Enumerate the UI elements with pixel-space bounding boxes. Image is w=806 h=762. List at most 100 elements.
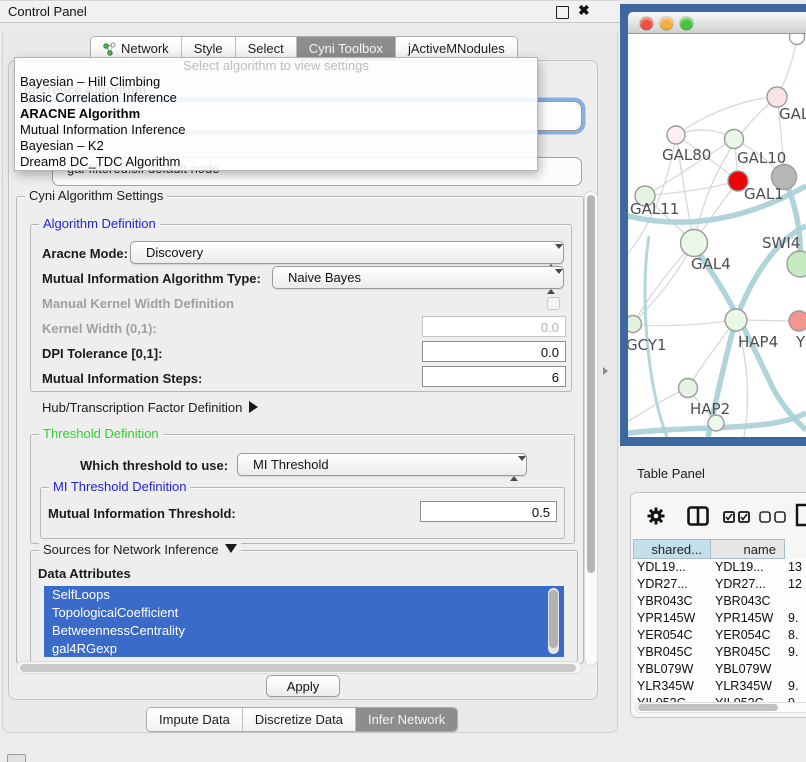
bottom-tab-impute-data[interactable]: Impute Data: [147, 708, 243, 731]
table-panel-card: shared...nameA YDL19...YDL19...13YDR27..…: [630, 492, 806, 718]
table-cell: YBR043C: [633, 593, 711, 610]
node-gal4[interactable]: [681, 230, 708, 257]
mi-steps-label: Mutual Information Steps:: [42, 371, 202, 386]
table-row[interactable]: YBR043CYBR043C: [633, 593, 806, 610]
kernel-width-label: Kernel Width (0,1):: [42, 321, 157, 336]
scrollbar-thumb[interactable]: [587, 195, 595, 573]
gear-icon[interactable]: [647, 507, 665, 530]
manual-kernel-checkbox[interactable]: [547, 297, 560, 310]
algorithm-option-mutual-information-inference[interactable]: Mutual Information Inference: [15, 122, 537, 138]
attribute-item-selfloops[interactable]: SelfLoops: [44, 586, 564, 604]
sources-toggle[interactable]: Sources for Network Inference: [39, 542, 241, 557]
dpi-tolerance-field[interactable]: 0.0: [422, 341, 566, 362]
list-scrollbar[interactable]: [548, 588, 559, 654]
table-cell: YBR045C: [711, 644, 785, 661]
node-hap4[interactable]: [725, 309, 747, 331]
stepper-arrows-icon: [547, 271, 555, 293]
algorithm-option-bayesian-k2[interactable]: Bayesian – K2: [15, 138, 537, 154]
apply-button[interactable]: Apply: [266, 675, 340, 697]
node-table-body: YDL19...YDL19...13YDR27...YDR27...12YBR0…: [633, 559, 806, 702]
hub-definition-toggle[interactable]: Hub/Transcription Factor Definition: [42, 400, 258, 415]
attribute-item-topologicalcoefficient[interactable]: TopologicalCoefficient: [44, 604, 564, 622]
settings-vertical-scrollbar[interactable]: [584, 191, 598, 666]
node-label-gal4: GAL4: [691, 255, 731, 273]
table-row[interactable]: YLR345WYLR345W9.: [633, 678, 806, 695]
network-graph: GALGAL80GAL10GAL1GAL11SWI4GAL4GCY1HAP4YH…: [628, 34, 806, 437]
network-window-titlebar[interactable]: [628, 12, 806, 34]
algorithm-option-basic-correlation-inference[interactable]: Basic Correlation Inference: [15, 90, 537, 106]
bottom-tab-infer-network[interactable]: Infer Network: [356, 708, 457, 731]
stepper-arrows-icon: [510, 458, 518, 480]
scrollbar-thumb[interactable]: [638, 704, 778, 711]
node-gcy1[interactable]: [628, 316, 642, 333]
document-icon[interactable]: [795, 503, 806, 532]
algorithm-option-aracne-algorithm[interactable]: ARACNE Algorithm: [15, 106, 537, 122]
table-cell: YBL079W: [633, 661, 711, 678]
table-cell: YDR27...: [711, 576, 785, 593]
aracne-mode-label: Aracne Mode:: [42, 246, 128, 261]
scrollbar-thumb[interactable]: [549, 590, 558, 648]
node-gal-partial[interactable]: [767, 87, 787, 107]
minimize-traffic-light[interactable]: [660, 17, 673, 30]
algorithm-option-dream8-dc-tdc-algorithm[interactable]: Dream8 DC_TDC Algorithm: [15, 154, 537, 170]
mi-type-select[interactable]: Naive Bayes: [272, 266, 564, 289]
checked-checkboxes-icon[interactable]: [723, 510, 751, 528]
table-cell: 9.: [785, 678, 806, 695]
node-gal80[interactable]: [667, 126, 685, 144]
node-label-gal80: GAL80: [662, 146, 711, 164]
table-row[interactable]: YDR27...YDR27...12: [633, 576, 806, 593]
tab-label: Select: [248, 41, 284, 56]
cyni-bottom-tabs: Impute DataDiscretize DataInfer Network: [146, 707, 458, 732]
close-icon[interactable]: ✖: [578, 2, 590, 19]
table-cell: YBL079W: [711, 661, 785, 678]
node-swi4[interactable]: [787, 251, 806, 277]
column-header-name[interactable]: name: [711, 539, 785, 559]
mi-threshold-label: Mutual Information Threshold:: [48, 506, 236, 521]
node-salmon[interactable]: [789, 311, 806, 331]
unchecked-checkboxes-icon[interactable]: [759, 510, 787, 528]
node-hap2[interactable]: [679, 379, 698, 398]
float-window-icon[interactable]: [556, 6, 569, 19]
mi-threshold-field[interactable]: 0.5: [420, 501, 557, 522]
column-header-shared-[interactable]: shared...: [633, 539, 711, 559]
table-cell: 13: [785, 559, 806, 576]
algorithm-dropdown-popup: Select algorithm to view settings Bayesi…: [14, 57, 538, 171]
popup-item-list: Bayesian – Hill ClimbingBasic Correlatio…: [15, 74, 537, 171]
table-row[interactable]: YPR145WYPR145W9.: [633, 610, 806, 627]
aracne-mode-select[interactable]: Discovery: [130, 241, 564, 264]
kernel-width-field[interactable]: 0.0: [422, 316, 566, 337]
hub-definition-label: Hub/Transcription Factor Definition: [42, 400, 242, 415]
attribute-item-betweennesscentrality[interactable]: BetweennessCentrality: [44, 622, 564, 640]
settings-horizontal-scrollbar[interactable]: [16, 661, 582, 674]
group-title: Cyni Algorithm Settings: [25, 188, 167, 203]
table-cell: YBR045C: [633, 644, 711, 661]
table-cell: YBR043C: [711, 593, 785, 610]
network-canvas[interactable]: GALGAL80GAL10GAL1GAL11SWI4GAL4GCY1HAP4YH…: [628, 34, 806, 437]
table-cell: YLR345W: [711, 678, 785, 695]
table-row[interactable]: YBR045CYBR045C9.: [633, 644, 806, 661]
node-gal10[interactable]: [725, 130, 744, 149]
split-pane-handle[interactable]: [603, 367, 608, 375]
table-cell: YDL19...: [633, 559, 711, 576]
bottom-tab-discretize-data[interactable]: Discretize Data: [243, 708, 356, 731]
table-row[interactable]: YER054CYER054C8.: [633, 627, 806, 644]
attribute-item-gal4rgexp[interactable]: gal4RGexp: [44, 640, 564, 657]
tab-label: Cyni Toolbox: [309, 41, 383, 56]
mi-steps-field[interactable]: 6: [422, 366, 566, 387]
algorithm-option-bayesian-hill-climbing[interactable]: Bayesian – Hill Climbing: [15, 74, 537, 90]
zoom-traffic-light[interactable]: [680, 17, 693, 30]
aracne-mode-value: Discovery: [146, 245, 203, 260]
table-cell: 9.: [785, 695, 806, 702]
column-panes-icon[interactable]: [687, 506, 709, 531]
scrollbar-thumb[interactable]: [20, 664, 576, 672]
node-unlabeled-top[interactable]: [790, 34, 805, 45]
which-threshold-select[interactable]: MI Threshold: [237, 453, 527, 476]
close-traffic-light[interactable]: [640, 17, 653, 30]
table-row[interactable]: YIL052CYIL052C9.: [633, 695, 806, 702]
table-horizontal-scrollbar[interactable]: [635, 702, 806, 713]
tab-label: Network: [121, 41, 169, 56]
minimized-panel-icon[interactable]: [7, 754, 26, 762]
manual-kernel-label: Manual Kernel Width Definition: [42, 296, 234, 311]
table-row[interactable]: YBL079WYBL079W: [633, 661, 806, 678]
table-row[interactable]: YDL19...YDL19...13: [633, 559, 806, 576]
